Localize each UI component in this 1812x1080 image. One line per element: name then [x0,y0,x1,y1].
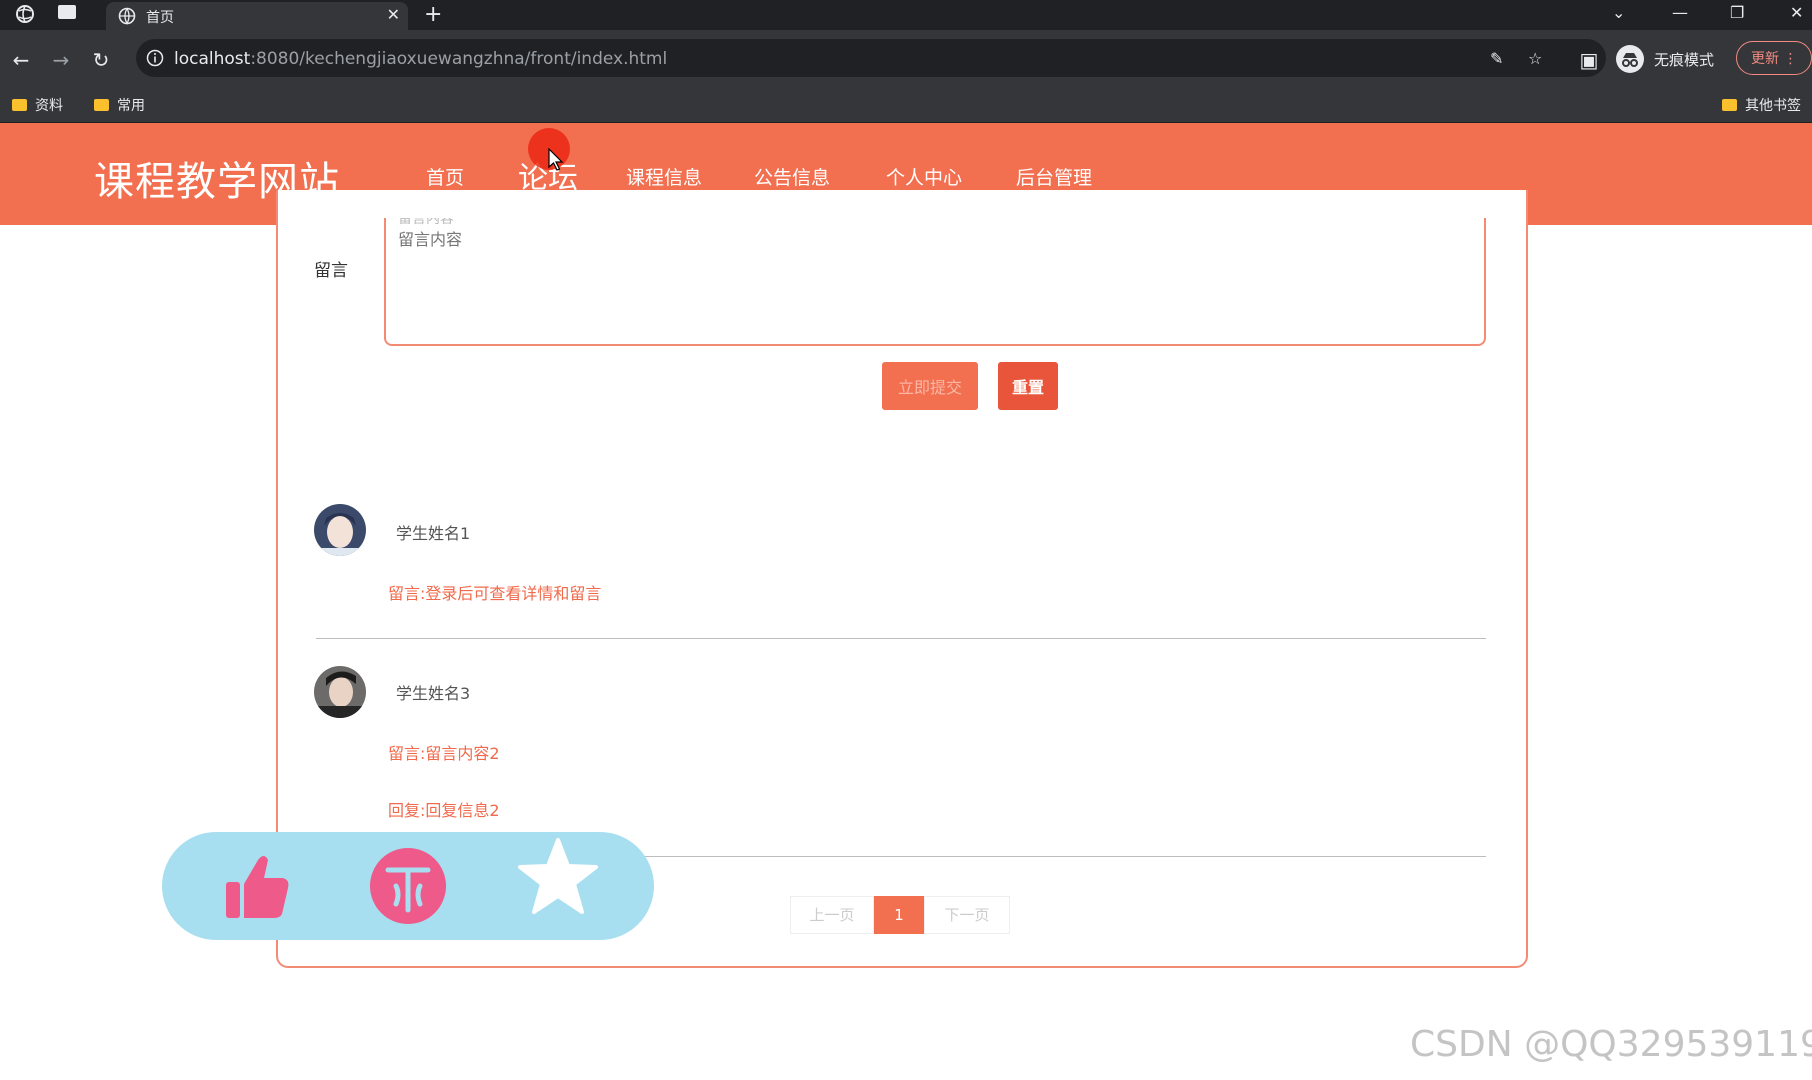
bookmark-label: 资料 [35,98,63,114]
browser-tab-bar: 首页 ✕ + ⌄ — ❐ ✕ [0,0,1812,30]
message-author: 学生姓名1 [396,524,471,543]
window-close-icon[interactable]: ✕ [1790,3,1803,22]
chrome-menu-icon[interactable] [14,4,36,26]
bookmarks-bar: 资料 常用 其他书签 [0,88,1812,123]
message-content: 留言:登录后可查看详情和留言 [388,584,602,603]
mouse-cursor-icon [548,148,564,171]
nav-home[interactable]: 首页 [426,163,464,190]
avatar [314,504,366,556]
tab-title: 首页 [146,10,174,26]
submit-button[interactable]: 立即提交 [882,362,978,410]
pagination-prev[interactable]: 上一页 [790,896,874,934]
reaction-bar [162,832,654,940]
incognito-label: 无痕模式 [1654,51,1715,69]
update-label: 更新 [1751,51,1779,67]
bookmark-star-icon[interactable]: ☆ [1528,49,1542,68]
nav-courses[interactable]: 课程信息 [626,163,702,190]
message-textarea[interactable] [384,218,1486,346]
pagination-next[interactable]: 下一页 [924,896,1010,934]
address-bar[interactable]: localhost:8080/kechengjiaoxuewangzhna/fr… [136,39,1606,77]
tab-close-icon[interactable]: ✕ [387,5,400,24]
globe-icon [118,7,136,25]
translate-icon[interactable]: ✎ [1490,49,1503,68]
placeholder-peek: 留言内容 [398,218,454,227]
url-text: localhost:8080/kechengjiaoxuewangzhna/fr… [174,49,667,69]
bookmark-folder[interactable]: 常用 [94,95,145,115]
new-tab-icon[interactable]: + [424,2,442,27]
bookmark-label: 其他书签 [1745,98,1801,114]
star-icon[interactable] [518,836,598,916]
folder-icon [1722,99,1737,111]
avatar [314,666,366,718]
pagination-current[interactable]: 1 [874,896,924,934]
site-info-icon[interactable] [146,49,164,67]
browser-tab[interactable]: 首页 ✕ [106,2,408,30]
bookmark-folder[interactable]: 资料 [12,95,63,115]
message-author: 学生姓名3 [396,684,471,703]
message-content: 留言:留言内容2 [388,744,500,763]
other-bookmarks[interactable]: 其他书签 [1722,95,1801,115]
url-path: :8080/kechengjiaoxuewangzhna/front/index… [250,49,668,69]
folder-icon [94,99,109,111]
thumbs-up-icon[interactable] [218,846,298,926]
folder-icon [12,99,27,111]
restore-icon[interactable]: ❐ [1730,3,1744,22]
watermark: CSDN @QQ3295391197 [1410,1024,1812,1065]
coin-icon[interactable] [368,846,448,926]
nav-admin[interactable]: 后台管理 [1016,163,1092,190]
reload-icon[interactable]: ↻ [88,47,114,73]
message-divider [316,638,1486,639]
forward-icon[interactable]: → [48,47,74,73]
nav-profile[interactable]: 个人中心 [886,163,962,190]
minimize-icon[interactable]: — [1672,3,1688,22]
browser-toolbar: ← → ↻ localhost:8080/kechengjiaoxuewangz… [0,30,1812,88]
update-button[interactable]: 更新 ⋮ [1736,41,1812,75]
nav-announcements[interactable]: 公告信息 [754,163,830,190]
message-reply: 回复:回复信息2 [388,801,500,820]
back-icon[interactable]: ← [8,47,34,73]
bookmark-label: 常用 [117,98,145,114]
tab-list-icon[interactable]: ⌄ [1612,3,1625,22]
side-panel-icon[interactable]: ▣ [1576,47,1602,73]
url-host: localhost [174,49,251,69]
message-label: 留言 [314,261,348,281]
reset-button[interactable]: 重置 [998,362,1058,410]
tab-search-icon[interactable] [56,4,78,26]
incognito-icon[interactable] [1616,45,1644,73]
